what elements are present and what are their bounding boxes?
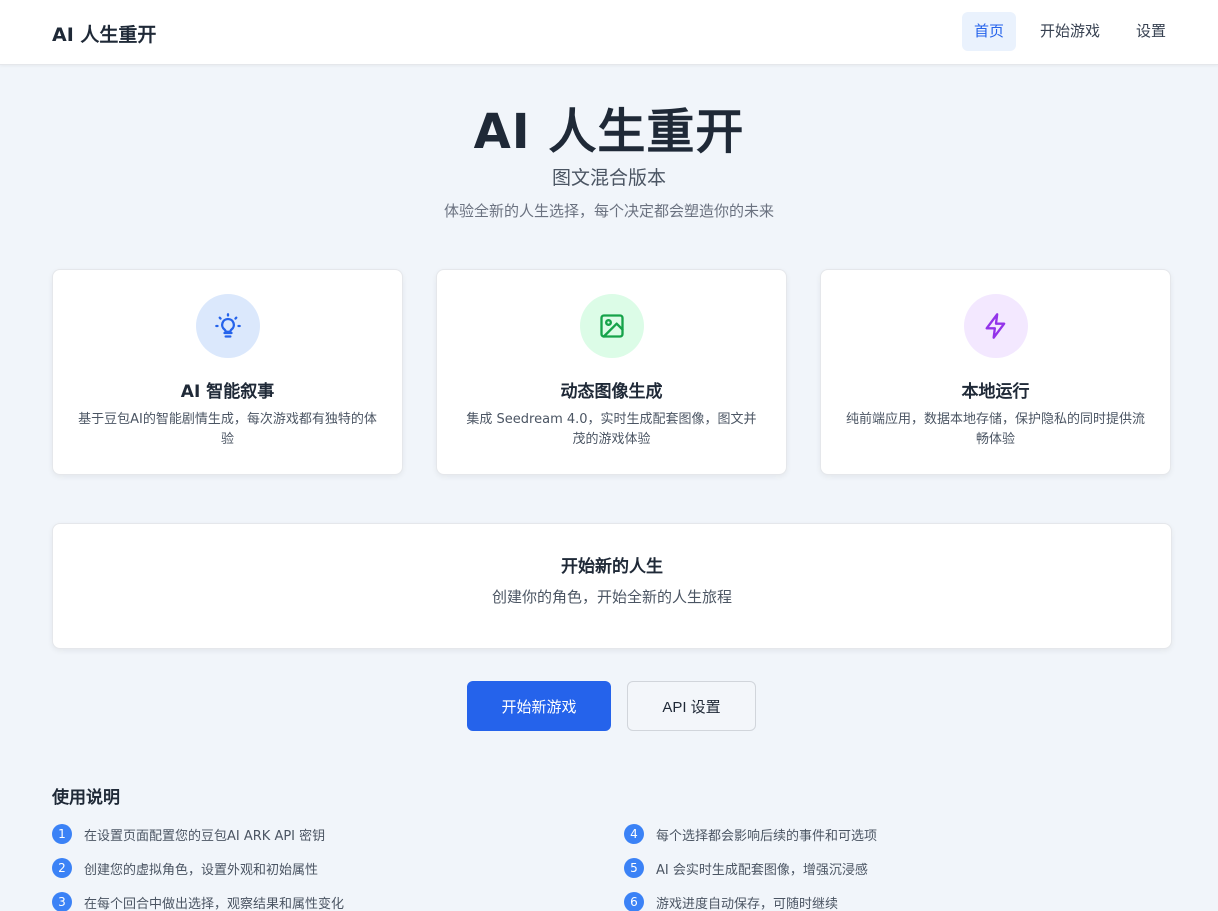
start-card-description: 创建你的角色，开始全新的人生旅程	[491, 588, 732, 606]
nav-links: 首页 开始游戏 设置	[961, 12, 1178, 51]
brand-logo[interactable]: AI 人生重开	[52, 20, 156, 47]
usage-item: 3 在每个回合中做出选择，观察结果和属性变化	[52, 892, 344, 911]
step-number-badge: 3	[52, 892, 72, 911]
nav-link-start-game[interactable]: 开始游戏	[1028, 12, 1112, 51]
api-settings-button[interactable]: API 设置	[627, 681, 756, 731]
feature-description: 基于豆包AI的智能剧情生成，每次游戏都有独特的体验	[78, 412, 377, 447]
lightning-icon	[964, 294, 1028, 358]
usage-text: 在设置页面配置您的豆包AI ARK API 密钥	[84, 828, 326, 844]
nav-link-home[interactable]: 首页	[961, 12, 1016, 51]
step-number-badge: 6	[624, 892, 644, 911]
start-new-life-card: 开始新的人生 创建你的角色，开始全新的人生旅程	[52, 523, 1172, 649]
feature-description: 纯前端应用，数据本地存储，保护隐私的同时提供流畅体验	[845, 412, 1145, 447]
start-new-game-button[interactable]: 开始新游戏	[467, 681, 611, 731]
feature-card-local-run: 本地运行 纯前端应用，数据本地存储，保护隐私的同时提供流畅体验	[820, 269, 1171, 475]
usage-text: 每个选择都会影响后续的事件和可选项	[656, 828, 878, 844]
usage-item: 4 每个选择都会影响后续的事件和可选项	[624, 824, 877, 844]
nav-link-settings[interactable]: 设置	[1124, 12, 1178, 51]
usage-text: 在每个回合中做出选择，观察结果和属性变化	[84, 896, 345, 911]
image-icon	[580, 294, 644, 358]
hero-title: AI 人生重开	[473, 104, 745, 160]
usage-text: 游戏进度自动保存，可随时继续	[656, 896, 839, 911]
usage-text: AI 会实时生成配套图像，增强沉浸感	[656, 862, 868, 878]
feature-title: AI 智能叙事	[180, 382, 275, 402]
feature-description: 集成 Seedream 4.0，实时生成配套图像，图文并茂的游戏体验	[466, 412, 757, 447]
hero-description: 体验全新的人生选择，每个决定都会塑造你的未来	[443, 202, 774, 220]
usage-item: 2 创建您的虚拟角色，设置外观和初始属性	[52, 858, 318, 878]
step-number-badge: 2	[52, 858, 72, 878]
usage-item: 1 在设置页面配置您的豆包AI ARK API 密钥	[52, 824, 325, 844]
top-navbar: AI 人生重开 首页 开始游戏 设置	[0, 0, 1218, 65]
usage-item: 5 AI 会实时生成配套图像，增强沉浸感	[624, 858, 868, 878]
usage-item: 6 游戏进度自动保存，可随时继续	[624, 892, 838, 911]
usage-text: 创建您的虚拟角色，设置外观和初始属性	[84, 862, 319, 878]
start-card-title: 开始新的人生	[561, 557, 663, 577]
feature-title: 本地运行	[961, 382, 1030, 402]
step-number-badge: 4	[624, 824, 644, 844]
hero-subtitle: 图文混合版本	[551, 167, 666, 189]
feature-title: 动态图像生成	[560, 382, 663, 402]
feature-card-ai-narrative: AI 智能叙事 基于豆包AI的智能剧情生成，每次游戏都有独特的体验	[52, 269, 403, 475]
step-number-badge: 1	[52, 824, 72, 844]
usage-title: 使用说明	[52, 788, 120, 808]
feature-card-image-gen: 动态图像生成 集成 Seedream 4.0，实时生成配套图像，图文并茂的游戏体…	[436, 269, 787, 475]
step-number-badge: 5	[624, 858, 644, 878]
lightbulb-icon	[196, 294, 260, 358]
